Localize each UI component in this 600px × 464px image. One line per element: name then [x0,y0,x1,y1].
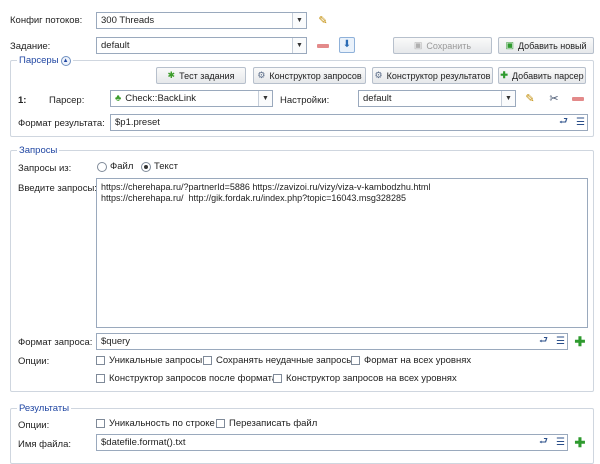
remove-parser-button[interactable] [570,91,586,107]
queries-legend: Запросы [17,145,60,156]
result-format-value: $p1.preset [115,117,160,128]
checkbox-icon [96,419,105,428]
parser-value: Check::BackLink [125,93,196,104]
settings-value: default [363,93,392,104]
radio-selected-icon [141,161,151,172]
wrap-icon[interactable]: ⮐ [559,114,568,131]
checkbox-icon [351,356,360,365]
overwrite-file-checkbox[interactable]: Перезаписать файл [216,418,317,429]
minus-icon [572,97,584,101]
format-tools: ⮐ ☰ [559,116,585,129]
add-icon: ▣ [505,40,514,50]
collapse-icon[interactable]: ▲ [60,55,71,66]
add-parser-button[interactable]: ✚ Добавить парсер [498,67,586,84]
task-select[interactable]: default ▼ [96,37,307,54]
source-file-radio[interactable]: Файл [97,161,133,172]
plus-icon: ✚ [500,70,508,80]
queries-options-label: Опции: [18,356,50,367]
result-builder-button[interactable]: ⚙ Конструктор результатов [372,67,493,84]
wrap-icon[interactable]: ⮐ [539,434,548,451]
chevron-down-icon: ▼ [292,13,306,28]
checkbox-icon [273,374,282,383]
chevron-down-icon: ▼ [258,91,272,106]
builder-after-format-checkbox[interactable]: Конструктор запросов после формата [96,373,277,384]
config-value: 300 Threads [101,15,155,26]
settings-select[interactable]: default ▼ [358,90,516,107]
parser-label: Парсер: [49,95,85,106]
task-label: Задание: [10,41,51,52]
parsers-legend: Парсеры ▲ [17,55,73,66]
config-label: Конфиг потоков: [10,15,83,26]
result-format-input[interactable]: $p1.preset ⮐ ☰ [110,114,588,131]
format-tools: ⮐ ☰ [539,436,565,449]
queries-textarea[interactable]: https://cherehapa.ru/?partnerId=5886 htt… [96,178,588,328]
queries-source-label: Запросы из: [18,163,72,174]
chevron-down-icon: ▼ [501,91,515,106]
save-icon: ▣ [413,40,423,50]
checkbox-icon [96,374,105,383]
wrap-icon[interactable]: ⮐ [539,333,548,350]
checkbox-icon [216,419,225,428]
source-text-radio[interactable]: Текст [141,161,178,172]
chevron-down-icon: ▼ [292,38,306,53]
add-filename-button[interactable]: ✚ [572,434,588,450]
list-icon[interactable]: ☰ [556,336,565,347]
minus-icon [317,44,329,48]
edit-settings-button[interactable]: ✎ [522,91,538,107]
parser-index: 1: [18,95,27,106]
builder-all-levels-checkbox[interactable]: Конструктор запросов на всех уровнях [273,373,457,384]
query-format-input[interactable]: $query ⮐ ☰ [96,333,568,350]
plus-icon: ✚ [574,333,586,349]
plus-icon: ✚ [574,434,586,450]
download-icon: ⬇ [342,39,352,50]
query-format-value: $query [101,336,131,347]
filename-value: $datefile.format().txt [101,437,186,448]
format-tools: ⮐ ☰ [539,335,565,348]
unique-queries-checkbox[interactable]: Уникальные запросы [96,355,202,366]
download-task-button[interactable]: ⬇ [339,37,355,53]
checkbox-icon [96,356,105,365]
pencil-icon: ✎ [318,14,328,27]
enter-queries-label: Введите запросы: [18,183,97,194]
save-button[interactable]: ▣ Сохранить [393,37,492,54]
pencil-icon: ✎ [525,92,535,105]
query-builder-button[interactable]: ⚙ Конструктор запросов [253,67,366,84]
settings-label: Настройки: [280,95,330,106]
edit-config-button[interactable]: ✎ [315,13,331,29]
bug-icon: ✱ [167,70,176,80]
results-options-label: Опции: [18,420,50,431]
remove-task-button[interactable] [315,38,331,54]
parser-type-icon: ♣ [115,93,122,104]
list-icon[interactable]: ☰ [576,117,585,128]
parser-select[interactable]: ♣ Check::BackLink ▼ [110,90,273,107]
config-select[interactable]: 300 Threads ▼ [96,12,307,29]
format-all-levels-checkbox[interactable]: Формат на всех уровнях [351,355,471,366]
list-icon[interactable]: ☰ [556,437,565,448]
checkbox-icon [203,356,212,365]
add-new-task-button[interactable]: ▣ Добавить новый [498,37,594,54]
results-legend: Результаты [17,403,72,414]
task-value: default [101,40,130,51]
tools-icon: ✂ [549,92,559,105]
save-failed-checkbox[interactable]: Сохранять неудачные запросы [203,355,353,366]
query-format-label: Формат запроса: [18,337,93,348]
result-format-label: Формат результата: [18,118,105,129]
filename-input[interactable]: $datefile.format().txt ⮐ ☰ [96,434,568,451]
configure-parser-button[interactable]: ✂ [546,91,562,107]
unique-line-checkbox[interactable]: Уникальность по строке [96,418,215,429]
builder-icon: ⚙ [257,70,266,80]
add-query-format-button[interactable]: ✚ [572,333,588,349]
test-task-button[interactable]: ✱ Тест задания [156,67,246,84]
builder-icon: ⚙ [374,70,383,80]
radio-icon [97,161,107,172]
filename-label: Имя файла: [18,439,72,450]
